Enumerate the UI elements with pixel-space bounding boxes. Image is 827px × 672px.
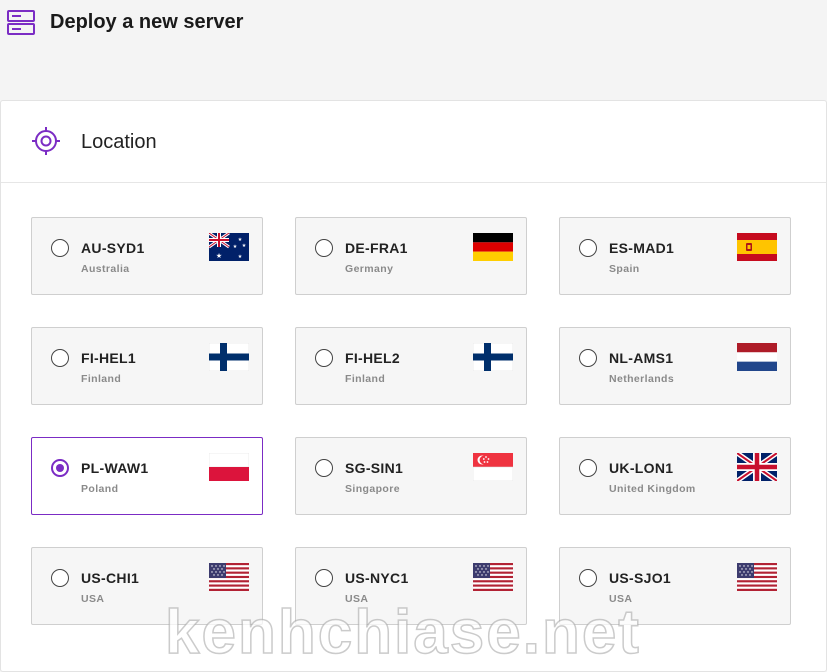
location-card-es-mad1[interactable]: ES-MAD1 Spain bbox=[559, 217, 791, 295]
location-section-title: Location bbox=[81, 131, 157, 153]
netherlands-flag-icon bbox=[737, 343, 777, 371]
location-radio[interactable] bbox=[579, 239, 597, 257]
location-radio[interactable] bbox=[51, 569, 69, 587]
location-radio[interactable] bbox=[315, 569, 333, 587]
location-country: Netherlands bbox=[609, 373, 675, 385]
svg-text:★: ★ bbox=[233, 244, 238, 250]
location-country: Germany bbox=[345, 263, 394, 275]
location-code: FI-HEL2 bbox=[345, 350, 400, 366]
location-code: SG-SIN1 bbox=[345, 460, 404, 476]
server-icon bbox=[7, 10, 35, 35]
location-radio[interactable] bbox=[315, 459, 333, 477]
germany-flag-icon bbox=[473, 233, 513, 261]
location-card-pl-waw1[interactable]: PL-WAW1 Poland bbox=[31, 437, 263, 515]
location-code: US-CHI1 bbox=[81, 570, 140, 586]
location-code: UK-LON1 bbox=[609, 460, 674, 476]
location-code: FI-HEL1 bbox=[81, 350, 136, 366]
location-card-fi-hel1[interactable]: FI-HEL1 Finland bbox=[31, 327, 263, 405]
location-card-nl-ams1[interactable]: NL-AMS1 Netherlands bbox=[559, 327, 791, 405]
usa-flag-icon bbox=[737, 563, 777, 591]
location-panel-header: Location bbox=[1, 101, 826, 183]
australia-flag-icon: ★ ★ ★ ★ ★ bbox=[209, 233, 249, 261]
location-country: Finland bbox=[81, 373, 122, 385]
location-country: USA bbox=[81, 593, 105, 605]
page-title: Deploy a new server bbox=[50, 11, 244, 33]
location-code: NL-AMS1 bbox=[609, 350, 674, 366]
finland-flag-icon bbox=[473, 343, 513, 371]
location-radio[interactable] bbox=[579, 349, 597, 367]
crosshair-icon bbox=[32, 127, 60, 155]
location-radio[interactable] bbox=[579, 459, 597, 477]
page-header: Deploy a new server bbox=[0, 0, 827, 50]
spain-flag-icon bbox=[737, 233, 777, 261]
location-radio-selected[interactable] bbox=[51, 459, 69, 477]
location-country: Poland bbox=[81, 483, 119, 495]
location-card-de-fra1[interactable]: DE-FRA1 Germany bbox=[295, 217, 527, 295]
location-card-au-syd1[interactable]: AU-SYD1 Australia ★ ★ ★ ★ ★ bbox=[31, 217, 263, 295]
singapore-flag-icon bbox=[473, 453, 513, 481]
location-radio[interactable] bbox=[579, 569, 597, 587]
location-card-fi-hel2[interactable]: FI-HEL2 Finland bbox=[295, 327, 527, 405]
location-code: US-NYC1 bbox=[345, 570, 409, 586]
location-card-sg-sin1[interactable]: SG-SIN1 Singapore bbox=[295, 437, 527, 515]
finland-flag-icon bbox=[209, 343, 249, 371]
location-radio[interactable] bbox=[51, 239, 69, 257]
svg-text:★: ★ bbox=[216, 252, 222, 260]
location-radio[interactable] bbox=[315, 239, 333, 257]
watermark-text: kenhchiase.net bbox=[164, 597, 641, 668]
location-code: AU-SYD1 bbox=[81, 240, 145, 256]
location-country: Finland bbox=[345, 373, 386, 385]
location-country: Australia bbox=[81, 263, 130, 275]
poland-flag-icon bbox=[209, 453, 249, 481]
usa-flag-icon bbox=[473, 563, 513, 591]
location-country: Spain bbox=[609, 263, 640, 275]
usa-flag-icon bbox=[209, 563, 249, 591]
location-radio[interactable] bbox=[315, 349, 333, 367]
svg-text:★: ★ bbox=[238, 254, 243, 260]
location-country: United Kingdom bbox=[609, 483, 696, 495]
location-radio[interactable] bbox=[51, 349, 69, 367]
uk-flag-icon bbox=[737, 453, 777, 481]
location-code: DE-FRA1 bbox=[345, 240, 408, 256]
location-code: ES-MAD1 bbox=[609, 240, 675, 256]
svg-text:★: ★ bbox=[242, 243, 247, 249]
location-code: US-SJO1 bbox=[609, 570, 672, 586]
location-card-uk-lon1[interactable]: UK-LON1 United Kingdom bbox=[559, 437, 791, 515]
location-country: Singapore bbox=[345, 483, 400, 495]
location-code: PL-WAW1 bbox=[81, 460, 149, 476]
